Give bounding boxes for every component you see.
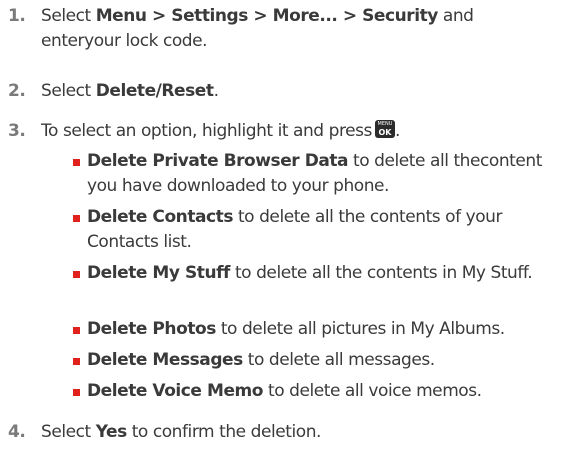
option-name: Delete Photos	[87, 319, 216, 339]
bullet-icon	[73, 271, 80, 278]
key-top-label: MENU	[377, 121, 393, 127]
option-item: Delete Messages to delete all messages.	[73, 348, 563, 373]
step-text-lead: To select an option, highlight it and pr…	[41, 121, 372, 141]
option-item: Delete Contacts to delete all the conten…	[73, 205, 563, 255]
key-bottom-label: OK	[378, 128, 392, 137]
menu-path: Menu > Settings > More... > Security	[95, 6, 439, 26]
instruction-page: 1. Select Menu > Settings > More... > Se…	[0, 0, 568, 451]
step-text-lead: Select	[41, 422, 96, 442]
step-number: 3.	[8, 121, 26, 141]
option-item: Delete My Stuff to delete all the conten…	[73, 261, 563, 286]
option-description: to delete all the contents in My Stuff.	[230, 263, 533, 283]
bullet-icon	[73, 215, 80, 222]
step-text-tail: .	[394, 121, 400, 141]
step-text: Select Yes to confirm the deletion.	[41, 420, 556, 445]
menu-ok-key-icon: MENU OK	[374, 120, 395, 138]
step-number: 4.	[8, 422, 26, 442]
bullet-icon	[73, 358, 80, 365]
option-item: Delete Voice Memo to delete all voice me…	[73, 379, 563, 404]
option-item: Delete Photos to delete all pictures in …	[73, 317, 563, 342]
step-text-tail: to confirm the deletion.	[126, 422, 322, 442]
bullet-icon	[73, 327, 80, 334]
step-text-lead: Select	[41, 6, 96, 26]
confirm-option: Yes	[95, 422, 128, 442]
option-description: to delete all voice memos.	[263, 381, 482, 401]
step-text: Select Menu > Settings > More... > Secur…	[41, 4, 556, 54]
option-name: Delete Private Browser Data	[87, 151, 349, 171]
step-text-middle: and	[437, 6, 474, 26]
bullet-icon	[73, 159, 80, 166]
step-text: To select an option, highlight it and pr…	[41, 119, 556, 144]
option-description: to delete all pictures in My Albums.	[215, 319, 505, 339]
option-description: to delete all messages.	[242, 350, 435, 370]
menu-item-name: Delete/Reset	[95, 81, 214, 101]
step-text-lead: Select	[41, 81, 96, 101]
option-name: Delete Voice Memo	[87, 381, 264, 401]
step-text-line2: enteryour lock code.	[41, 31, 208, 51]
step-text: Select Delete/Reset.	[41, 79, 556, 104]
step-text-tail: .	[213, 81, 219, 101]
option-name: Delete Messages	[87, 350, 243, 370]
step-number: 1.	[8, 6, 26, 26]
step-number: 2.	[8, 81, 26, 101]
option-item: Delete Private Browser Data to delete al…	[73, 149, 563, 199]
option-name: Delete My Stuff	[87, 263, 231, 283]
bullet-icon	[73, 389, 80, 396]
option-name: Delete Contacts	[87, 207, 234, 227]
